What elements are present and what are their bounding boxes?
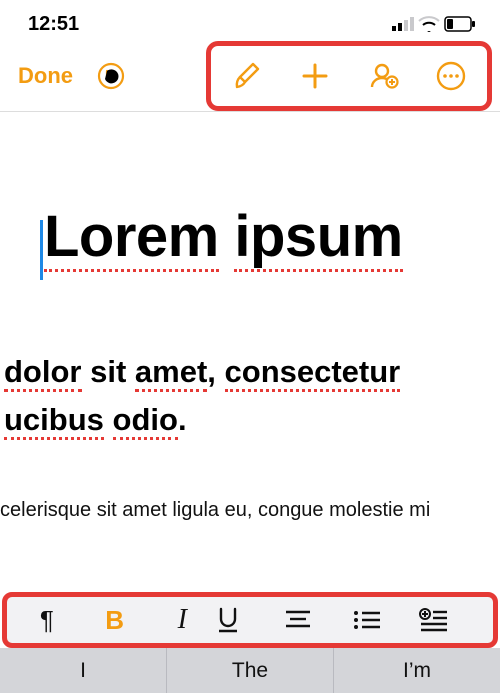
underline-icon <box>216 607 284 633</box>
align-icon <box>284 609 352 631</box>
collaborate-icon <box>367 60 399 92</box>
underline-button[interactable] <box>216 607 284 633</box>
toolbar-actions-highlight <box>206 41 492 111</box>
format-bar-highlight: ¶ B I <box>2 592 498 648</box>
undo-button[interactable] <box>83 46 139 106</box>
brush-icon <box>231 60 263 92</box>
top-toolbar: Done <box>0 40 500 112</box>
signal-icon <box>392 17 414 31</box>
insert-button[interactable] <box>281 46 349 106</box>
document-title: Lorem ipsum <box>0 207 500 268</box>
italic-button[interactable]: I <box>148 604 216 636</box>
document-subheading: dolor sit amet, consectetur ucibus odio. <box>0 348 500 444</box>
list-button[interactable] <box>352 609 420 631</box>
title-word-1: Lorem <box>44 204 219 272</box>
suggestion-2[interactable]: The <box>167 648 334 693</box>
text-cursor <box>40 220 43 280</box>
keyboard-suggestion-bar: I The I’m <box>0 648 500 693</box>
wifi-icon <box>418 16 440 32</box>
plus-icon <box>299 60 331 92</box>
document-body-line: celerisque sit amet ligula eu, congue mo… <box>0 499 500 522</box>
bold-button[interactable]: B <box>81 605 149 636</box>
list-icon <box>352 609 420 631</box>
insert-block-icon <box>419 608 487 632</box>
paragraph-style-button[interactable]: ¶ <box>13 605 81 636</box>
done-button[interactable]: Done <box>8 55 83 97</box>
status-bar: 12:51 <box>0 0 500 40</box>
document-area[interactable]: Lorem ipsum dolor sit amet, consectetur … <box>0 112 500 522</box>
undo-icon <box>96 61 126 91</box>
insert-block-button[interactable] <box>419 608 487 632</box>
collaborate-button[interactable] <box>349 46 417 106</box>
status-time: 12:51 <box>28 13 79 36</box>
format-brush-button[interactable] <box>213 46 281 106</box>
more-icon <box>435 60 467 92</box>
more-button[interactable] <box>417 46 485 106</box>
title-word-2: ipsum <box>234 204 402 272</box>
battery-icon <box>444 16 476 32</box>
suggestion-3[interactable]: I’m <box>334 648 500 693</box>
align-button[interactable] <box>284 609 352 631</box>
suggestion-1[interactable]: I <box>0 648 167 693</box>
status-indicators <box>392 16 476 32</box>
